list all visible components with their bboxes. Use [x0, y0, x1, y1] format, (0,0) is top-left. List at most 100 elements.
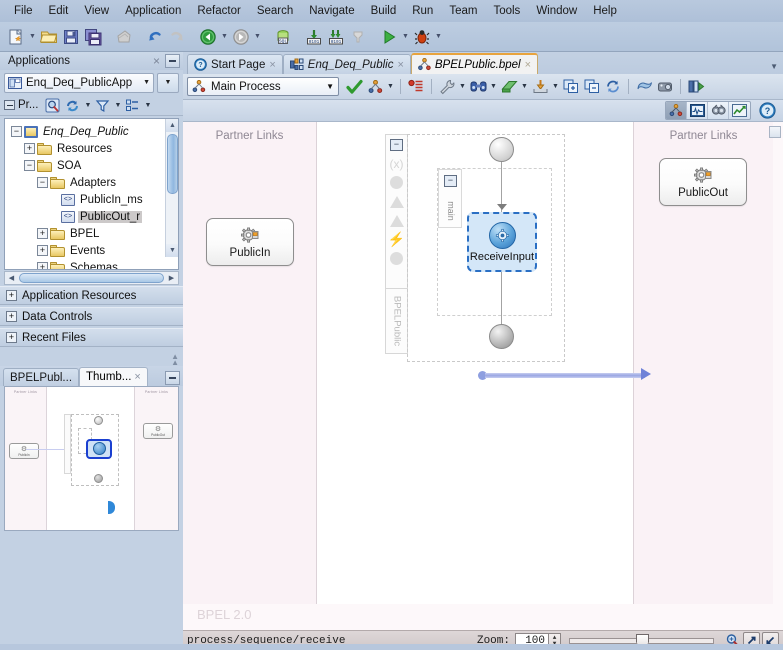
refactor-icon[interactable] [499, 77, 519, 97]
design-view-icon[interactable] [666, 102, 687, 119]
accordion-recent-files[interactable]: + Recent Files [0, 328, 183, 347]
tree-row[interactable]: + Events [11, 242, 178, 259]
scroll-left-icon[interactable]: ◀ [5, 274, 18, 282]
canvas-scroll-button[interactable] [769, 126, 781, 138]
print-icon[interactable] [634, 77, 654, 97]
menu-item-navigate[interactable]: Navigate [301, 3, 362, 19]
tab-bpelpublic-bpel[interactable]: BPELPublic.bpel × [410, 53, 538, 74]
dock-splitter[interactable]: ▲ ▲ [0, 350, 183, 367]
tree-expander-icon[interactable]: + [37, 245, 48, 256]
tree-row[interactable]: − Enq_Deq_Public [11, 123, 178, 140]
refresh-icon[interactable] [63, 96, 82, 114]
history-view-icon[interactable] [729, 102, 750, 119]
sql-icon[interactable]: SQL [272, 26, 294, 48]
tab-start-page[interactable]: ? Start Page × [187, 54, 283, 74]
tree-expander-icon[interactable]: − [37, 177, 48, 188]
tab-bpelpublic[interactable]: BPELPubl... [3, 368, 80, 386]
collapse-icon[interactable]: − [386, 135, 407, 154]
variable-icon[interactable]: (x) [386, 154, 407, 173]
menu-item-build[interactable]: Build [363, 3, 405, 19]
back-icon[interactable] [197, 26, 219, 48]
menu-item-tools[interactable]: Tools [485, 3, 528, 19]
scroll-down-icon[interactable]: ▼ [166, 244, 178, 257]
tree-row[interactable]: − Adapters [11, 174, 178, 191]
zoom-slider[interactable] [569, 633, 714, 649]
tree-row-selected[interactable]: <> PublicOut_r [11, 208, 178, 225]
accordion-data-controls[interactable]: + Data Controls [0, 307, 183, 326]
activity-palette-strip[interactable]: − (x) ⚡ [385, 134, 408, 289]
tree-horizontal-scrollbar[interactable]: ◀ ▶ [4, 271, 179, 285]
monitor-view-icon[interactable] [687, 102, 708, 119]
deploy-icon[interactable]: 0101 [303, 26, 325, 48]
process-start-node[interactable] [489, 137, 514, 162]
new-file-dropdown-icon[interactable]: ▼ [27, 26, 38, 48]
scroll-right-icon[interactable]: ▶ [165, 274, 178, 282]
tab-overflow-icon[interactable]: ▼ [770, 62, 783, 74]
activity-receiveinput[interactable]: ReceiveInput [467, 212, 537, 272]
search-icon[interactable] [43, 96, 62, 114]
tree-row[interactable]: − SOA [11, 157, 178, 174]
collapse-all-icon[interactable] [582, 77, 602, 97]
close-icon[interactable]: × [525, 59, 531, 71]
import-icon[interactable] [530, 77, 550, 97]
source-view-icon[interactable] [708, 102, 729, 119]
close-icon[interactable]: × [148, 54, 165, 68]
scroll-up-icon[interactable]: ▲ [166, 119, 178, 132]
sync-icon[interactable] [686, 77, 706, 97]
refactor-dropdown-icon[interactable]: ▼ [520, 83, 529, 90]
structure-dropdown-icon[interactable]: ▼ [386, 83, 395, 90]
menu-item-window[interactable]: Window [528, 3, 585, 19]
menu-item-help[interactable]: Help [585, 3, 625, 19]
partner-link-publicin[interactable]: PublicIn [206, 218, 294, 266]
save-all-icon[interactable] [82, 26, 104, 48]
clock-icon[interactable] [386, 249, 407, 268]
process-end-node[interactable] [489, 324, 514, 349]
debug-icon[interactable] [411, 26, 433, 48]
menu-item-edit[interactable]: Edit [41, 3, 77, 19]
menu-item-refactor[interactable]: Refactor [189, 3, 248, 19]
close-icon[interactable]: × [134, 371, 140, 383]
accordion-application-resources[interactable]: + Application Resources [0, 286, 183, 305]
camera-icon[interactable] [655, 77, 675, 97]
forward-dropdown-icon[interactable]: ▼ [252, 26, 263, 48]
rotate-icon[interactable] [603, 77, 623, 97]
stamp-icon[interactable] [113, 26, 135, 48]
expand-icon[interactable]: + [6, 290, 17, 301]
build-icon[interactable]: 0101 [325, 26, 347, 48]
options-dropdown-icon[interactable]: ▼ [143, 102, 152, 109]
application-menu-button[interactable]: ▼ [157, 72, 179, 93]
gear-icon[interactable] [386, 173, 407, 192]
undo-icon[interactable] [144, 26, 166, 48]
tree-row[interactable]: + Resources [11, 140, 178, 157]
tree-row[interactable]: + Schemas [11, 259, 178, 269]
menu-item-view[interactable]: View [76, 3, 117, 19]
import-dropdown-icon[interactable]: ▼ [551, 83, 560, 90]
options-icon[interactable] [123, 96, 142, 114]
project-tree[interactable]: − Enq_Deq_Public + Resources − SOA − Ada… [4, 118, 179, 270]
tree-expander-icon[interactable]: + [24, 143, 35, 154]
run-dropdown-icon[interactable]: ▼ [400, 26, 411, 48]
binoculars-icon[interactable] [468, 77, 488, 97]
filter-dropdown-icon[interactable]: ▼ [113, 102, 122, 109]
tree-expander-icon[interactable]: + [37, 228, 48, 239]
bolt-icon[interactable]: ⚡ [386, 230, 407, 249]
tree-vertical-scrollbar[interactable]: ▲ ▼ [165, 119, 178, 257]
tree-row[interactable]: <> PublicIn_ms [11, 191, 178, 208]
scrollbar-thumb[interactable] [167, 134, 178, 194]
structure-icon[interactable] [365, 77, 385, 97]
help-icon[interactable]: ? [757, 101, 777, 121]
tree-row[interactable]: + BPEL [11, 225, 178, 242]
scrollbar-thumb[interactable] [19, 273, 164, 283]
process-selector[interactable]: Main Process ▼ [187, 77, 339, 96]
tab-enq-deq-public[interactable]: Enq_Deq_Public × [282, 54, 411, 74]
partner-link-publicout[interactable]: PublicOut [659, 158, 747, 206]
close-icon[interactable]: × [397, 59, 403, 71]
tree-expander-icon[interactable]: − [24, 160, 35, 171]
tab-thumbnail[interactable]: Thumb... × [79, 367, 148, 386]
minimize-icon[interactable] [165, 371, 180, 385]
expand-icon[interactable]: + [6, 332, 17, 343]
close-icon[interactable]: × [269, 59, 275, 71]
wrench-dropdown-icon[interactable]: ▼ [458, 83, 467, 90]
expand-all-icon[interactable] [561, 77, 581, 97]
collapse-icon[interactable]: − [444, 175, 457, 187]
